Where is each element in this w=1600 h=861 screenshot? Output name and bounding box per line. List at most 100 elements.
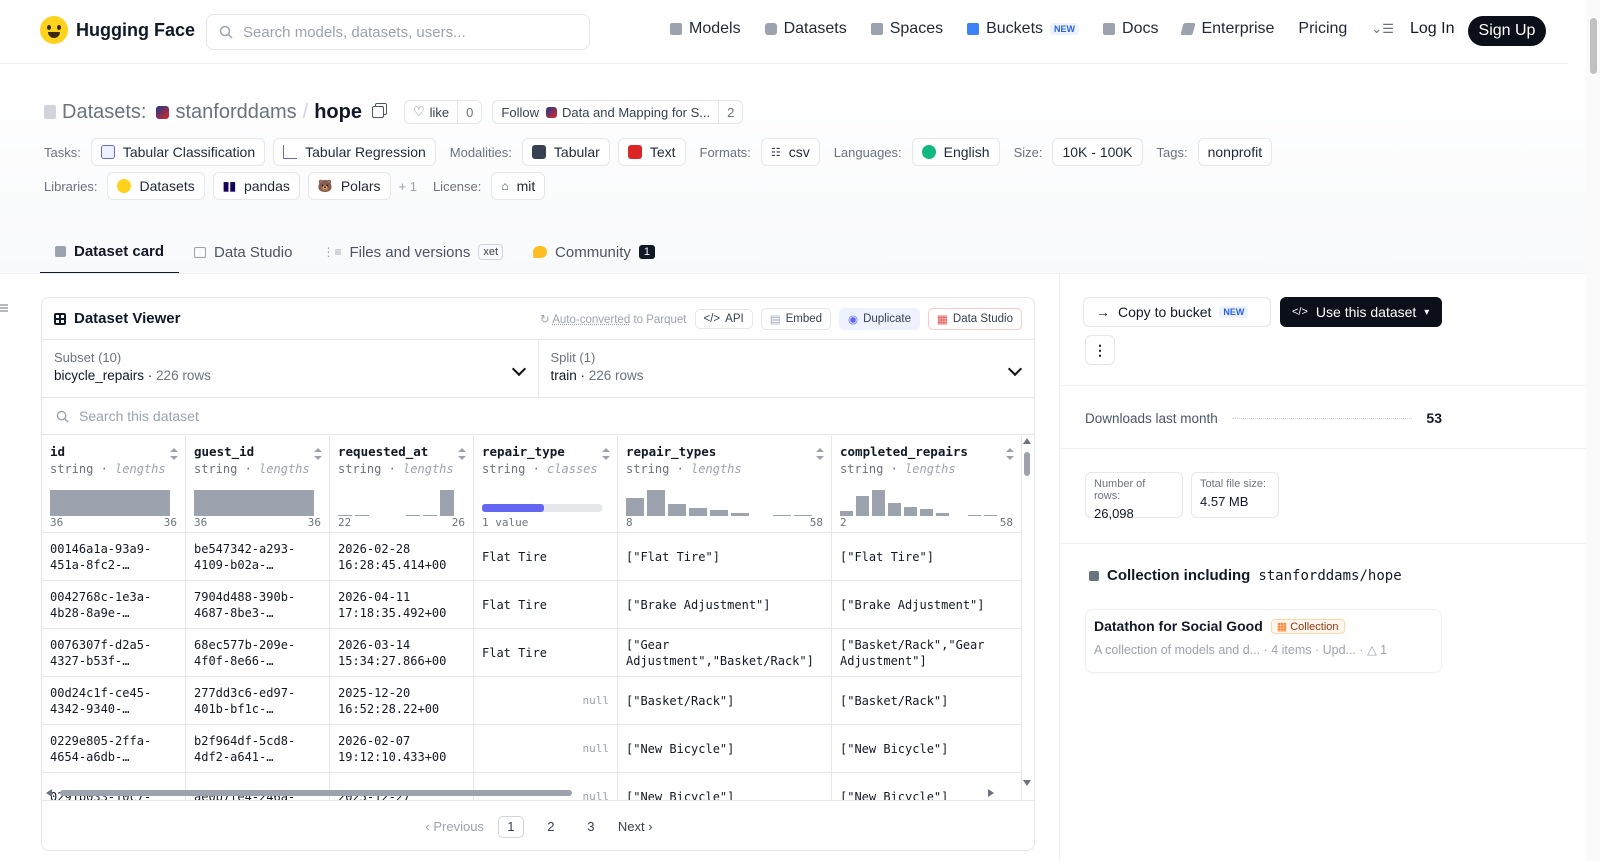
table-cell[interactable]: ["New Bicycle"] xyxy=(832,725,1022,773)
table-cell[interactable]: 0042768c-1e3a- 4b28-8a9e-… xyxy=(42,581,186,629)
table-vertical-scrollbar[interactable] xyxy=(1021,436,1033,788)
logo-link[interactable]: Hugging Face xyxy=(40,16,195,44)
breadcrumb-repo[interactable]: hope xyxy=(314,101,362,124)
table-cell[interactable]: 2026-04-11 17:18:35.492+00 xyxy=(330,581,474,629)
table-cell[interactable]: ["Brake Adjustment"] xyxy=(832,581,1022,629)
table-cell[interactable]: 68ec577b-209e- 4f0f-8e66-… xyxy=(186,629,330,677)
table-cell[interactable]: ["Flat Tire"] xyxy=(832,533,1022,581)
table-cell[interactable]: 0076307f-d2a5- 4327-b53f-… xyxy=(42,629,186,677)
api-button[interactable]: </> API xyxy=(694,308,753,329)
follow-button[interactable]: Follow Data and Mapping for S... 2 xyxy=(492,100,744,124)
table-cell[interactable]: Flat Tire xyxy=(474,629,618,677)
histogram-bar[interactable] xyxy=(872,490,885,516)
toc-toggle-icon[interactable] xyxy=(0,300,10,312)
like-button[interactable]: ♡ like 0 xyxy=(404,100,483,124)
signup-button[interactable]: Sign Up xyxy=(1468,16,1546,46)
tab-data-studio[interactable]: Data Studio xyxy=(179,230,307,274)
page-1-button[interactable]: 1 xyxy=(497,815,524,838)
column-header-requested-at[interactable]: requested_at string · lengths 22 26 xyxy=(330,436,474,533)
table-cell[interactable]: ["Basket/Rack","Gear Adjustment"] xyxy=(832,629,1022,677)
use-this-dataset-button[interactable]: </> Use this dataset ▾ xyxy=(1280,297,1442,327)
sort-icon[interactable] xyxy=(1006,448,1014,460)
nav-models[interactable]: Models xyxy=(670,20,741,38)
histogram-bar[interactable] xyxy=(440,490,454,516)
duplicate-button[interactable]: ◉ Duplicate xyxy=(839,307,921,330)
breadcrumb-org[interactable]: stanforddams xyxy=(175,101,296,124)
tag-csv[interactable]: ☷ csv xyxy=(760,138,820,166)
table-cell[interactable]: 277dd3c6-ed97- 401b-bf1c-… xyxy=(186,677,330,725)
tag-size[interactable]: 10K - 100K xyxy=(1052,138,1143,166)
table-cell[interactable]: ["Brake Adjustment"] xyxy=(618,581,832,629)
histogram-bar[interactable] xyxy=(50,490,170,516)
table-cell[interactable]: ["Basket/Rack"] xyxy=(618,677,832,725)
histogram-bar[interactable] xyxy=(626,498,644,516)
histogram-bar[interactable] xyxy=(689,508,707,516)
sort-icon[interactable] xyxy=(170,448,178,460)
histogram-bar[interactable] xyxy=(856,496,869,516)
previous-page-button[interactable]: ‹ Previous xyxy=(425,819,484,834)
upvote-icon[interactable]: △ xyxy=(1367,643,1377,657)
next-page-button[interactable]: Next › xyxy=(618,819,653,834)
page-2-button[interactable]: 2 xyxy=(538,816,564,838)
histogram-bar[interactable] xyxy=(920,509,933,516)
table-cell[interactable]: 00146a1a-93a9- 451a-8fc2-… xyxy=(42,533,186,581)
table-cell[interactable]: 2026-02-07 19:12:10.433+00 xyxy=(330,725,474,773)
tag-tabular-classification[interactable]: Tabular Classification xyxy=(90,138,266,166)
tag-tabular[interactable]: Tabular xyxy=(521,138,610,166)
collection-card[interactable]: Datathon for Social Good ▦ Collection A c… xyxy=(1085,609,1442,673)
sort-icon[interactable] xyxy=(314,448,322,460)
table-cell[interactable]: ["Basket/Rack"] xyxy=(832,677,1022,725)
more-options-button[interactable]: ⋮ xyxy=(1085,335,1115,365)
tab-community[interactable]: Community 1 xyxy=(518,230,670,274)
table-cell[interactable]: Flat Tire xyxy=(474,581,618,629)
data-studio-button[interactable]: ▦ Data Studio xyxy=(928,307,1022,330)
sort-icon[interactable] xyxy=(816,448,824,460)
tag-text[interactable]: Text xyxy=(617,138,686,166)
histogram-bar[interactable] xyxy=(668,504,686,516)
dataset-search-input[interactable]: Search this dataset xyxy=(42,398,1034,435)
histogram-bar[interactable] xyxy=(888,503,901,516)
embed-button[interactable]: ▤ Embed xyxy=(760,307,832,330)
subset-select[interactable]: Subset (10) bicycle_repairs · 226 rows xyxy=(42,340,538,397)
table-cell[interactable]: 2026-03-14 15:34:27.866+00 xyxy=(330,629,474,677)
more-menu-button[interactable]: ⌄☰ xyxy=(1371,21,1394,37)
copy-to-bucket-button[interactable]: → Copy to bucket NEW xyxy=(1083,297,1271,327)
table-cell[interactable]: ["Flat Tire"] xyxy=(618,533,832,581)
auto-converted-link[interactable]: Auto-converted xyxy=(552,314,630,326)
nav-pricing[interactable]: Pricing xyxy=(1298,20,1347,38)
table-cell[interactable]: Flat Tire xyxy=(474,533,618,581)
histogram-bar[interactable] xyxy=(904,507,917,516)
sort-icon[interactable] xyxy=(602,448,610,460)
nav-spaces[interactable]: Spaces xyxy=(870,20,943,38)
table-cell[interactable]: null xyxy=(474,725,618,773)
table-cell[interactable]: 0229e805-2ffa- 4654-a6db-… xyxy=(42,725,186,773)
histogram-bar[interactable] xyxy=(647,490,665,516)
tag-nonprofit[interactable]: nonprofit xyxy=(1197,138,1273,166)
histogram-bar[interactable] xyxy=(194,490,314,516)
tag-english[interactable]: English xyxy=(911,138,1000,166)
nav-buckets[interactable]: Buckets NEW xyxy=(967,20,1080,38)
sort-icon[interactable] xyxy=(458,448,466,460)
tag-polars[interactable]: 🐻 Polars xyxy=(307,172,391,200)
libraries-more[interactable]: + 1 xyxy=(399,179,417,194)
tab-files-and-versions[interactable]: ⋮≡ Files and versions xet xyxy=(307,230,518,274)
tag-datasets-lib[interactable]: Datasets xyxy=(107,172,205,200)
table-horizontal-scrollbar[interactable] xyxy=(42,786,1002,800)
table-cell[interactable]: null xyxy=(474,677,618,725)
tab-dataset-card[interactable]: Dataset card xyxy=(40,230,180,274)
page-3-button[interactable]: 3 xyxy=(578,816,604,838)
page-scrollbar[interactable] xyxy=(1586,0,1600,861)
column-header-completed-repairs[interactable]: completed_repairs string · lengths 2 58 xyxy=(832,436,1022,533)
table-cell[interactable]: 2026-02-28 16:28:45.414+00 xyxy=(330,533,474,581)
page-scrollbar-thumb[interactable] xyxy=(1590,18,1597,74)
tag-tabular-regression[interactable]: Tabular Regression xyxy=(273,138,436,166)
tag-license[interactable]: ⌂ mit xyxy=(491,172,546,200)
login-link[interactable]: Log In xyxy=(1410,20,1454,38)
column-header-repair-type[interactable]: repair_type string · classes 1 value xyxy=(474,436,618,533)
table-cell[interactable]: 7904d488-390b- 4687-8be3-… xyxy=(186,581,330,629)
nav-docs[interactable]: Docs xyxy=(1103,20,1158,38)
tag-pandas[interactable]: ▮▮ pandas xyxy=(212,172,300,200)
column-header-guest-id[interactable]: guest_id string · lengths 36 36 xyxy=(186,436,330,533)
table-cell[interactable]: ["Gear Adjustment","Basket/Rack"] xyxy=(618,629,832,677)
table-cell[interactable]: b2f964df-5cd8- 4df2-a641-… xyxy=(186,725,330,773)
